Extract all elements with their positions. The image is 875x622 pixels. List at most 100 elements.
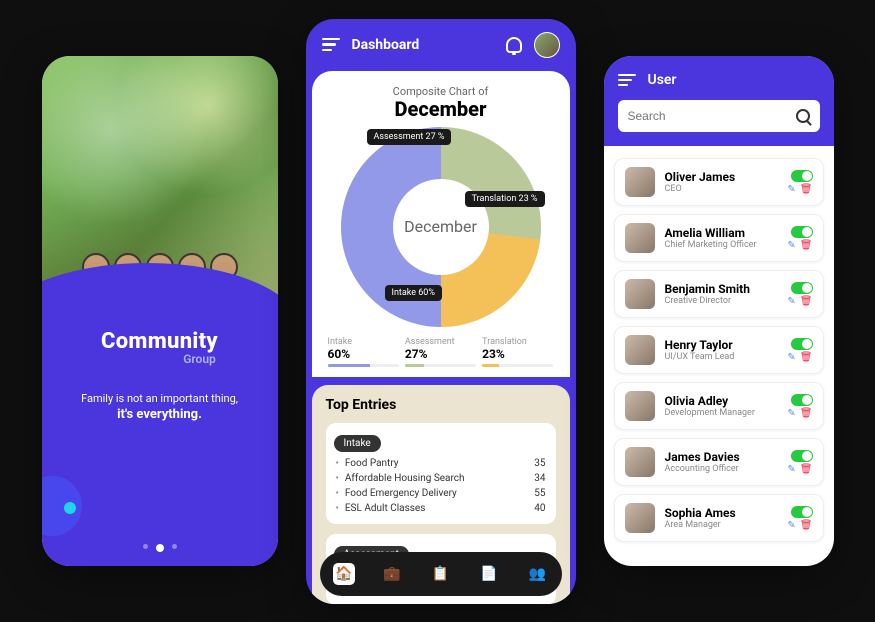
edit-icon[interactable]: ✎ — [787, 408, 795, 419]
entry-row[interactable]: •Affordable Housing Search34 — [336, 471, 546, 486]
user-card[interactable]: Henry Taylor UI/UX Team Lead ✎ 🗑 — [614, 326, 824, 374]
user-role: Accounting Officer — [665, 464, 778, 474]
legend-name: Intake — [328, 337, 399, 347]
menu-icon[interactable] — [618, 74, 636, 87]
delete-icon[interactable]: 🗑 — [800, 520, 813, 531]
page-dot[interactable] — [172, 544, 177, 549]
legend-item: Translation 23% — [482, 337, 553, 367]
user-active-toggle[interactable] — [791, 226, 813, 238]
tab-bar: 🏠 💼 📋 📄 👥 — [320, 552, 562, 596]
search-icon[interactable] — [796, 109, 810, 123]
entry-name: •Food Pantry — [336, 458, 399, 469]
user-list[interactable]: Oliver James CEO ✎ 🗑 Amelia William Chie… — [604, 146, 834, 566]
tab-clipboard-icon[interactable]: 📋 — [429, 563, 451, 585]
notifications-icon[interactable] — [506, 37, 522, 53]
page-dot[interactable] — [143, 544, 148, 549]
user-name: James Davies — [665, 450, 778, 464]
entry-row[interactable]: •Food Pantry 35 — [336, 456, 546, 471]
users-screen: User Oliver James CEO ✎ 🗑 Amelia William… — [604, 56, 834, 566]
delete-icon[interactable]: 🗑 — [800, 352, 813, 363]
user-card[interactable]: Oliver James CEO ✎ 🗑 — [614, 158, 824, 206]
user-active-toggle[interactable] — [791, 394, 813, 406]
user-role: Chief Marketing Officer — [665, 240, 778, 250]
avatar[interactable] — [534, 32, 560, 58]
edit-icon[interactable]: ✎ — [787, 240, 795, 251]
edit-icon[interactable]: ✎ — [787, 520, 795, 531]
user-card[interactable]: Olivia Adley Development Manager ✎ 🗑 — [614, 382, 824, 430]
entry-name: •ESL Adult Classes — [336, 503, 426, 514]
entry-value: 40 — [534, 503, 545, 514]
edit-icon[interactable]: ✎ — [787, 184, 795, 195]
entry-value: 55 — [534, 488, 545, 499]
edit-icon[interactable]: ✎ — [787, 352, 795, 363]
delete-icon[interactable]: 🗑 — [800, 464, 813, 475]
user-role: CEO — [665, 184, 778, 194]
users-header: User — [604, 56, 834, 146]
legend-value: 60% — [328, 347, 399, 361]
user-name: Benjamin Smith — [665, 282, 778, 296]
legend-name: Assessment — [405, 337, 476, 347]
tab-home-icon[interactable]: 🏠 — [333, 563, 355, 585]
user-role: UI/UX Team Lead — [665, 352, 778, 362]
page-dot-active[interactable] — [156, 544, 164, 552]
search-input[interactable] — [628, 109, 796, 123]
user-avatar — [625, 223, 655, 253]
chart-title: December — [328, 97, 554, 121]
tab-users-icon[interactable]: 👥 — [526, 563, 548, 585]
page-title: User — [648, 72, 677, 88]
entry-group: Intake •Food Pantry 35 •Affordable Housing … — [326, 423, 556, 524]
delete-icon[interactable]: 🗑 — [800, 296, 813, 307]
page-title: Dashboard — [352, 37, 420, 53]
entry-row[interactable]: •ESL Adult Classes 40 — [336, 501, 546, 516]
entry-row[interactable]: •Food Emergency Delivery 55 — [336, 486, 546, 501]
user-avatar — [625, 279, 655, 309]
user-name: Oliver James — [665, 170, 778, 184]
chart-legend: Intake 60% Assessment 27% Translation 23… — [328, 337, 554, 367]
entry-value: 35 — [534, 458, 545, 469]
edit-icon[interactable]: ✎ — [787, 296, 795, 307]
dashboard-header: Dashboard — [306, 19, 576, 71]
user-card[interactable]: Sophia Ames Area Manager ✎ 🗑 — [614, 494, 824, 542]
chart-label-intake: Intake 60% — [385, 285, 442, 301]
user-name: Olivia Adley — [665, 394, 778, 408]
delete-icon[interactable]: 🗑 — [800, 408, 813, 419]
user-avatar — [625, 391, 655, 421]
entries-title: Top Entries — [326, 397, 556, 413]
user-avatar — [625, 503, 655, 533]
chart-label-assessment: Assessment 27 % — [367, 129, 452, 145]
dashboard-screen: Dashboard Composite Chart of December De… — [306, 19, 576, 604]
tab-notes-icon[interactable]: 📄 — [478, 563, 500, 585]
user-active-toggle[interactable] — [791, 282, 813, 294]
page-indicator[interactable] — [42, 544, 278, 552]
donut-chart: December Assessment 27 % Translation 23 … — [341, 127, 541, 327]
user-avatar — [625, 447, 655, 477]
brand-logo-text: Community — [60, 329, 260, 354]
entry-group-label: Intake — [334, 435, 381, 452]
user-card[interactable]: James Davies Accounting Officer ✎ 🗑 — [614, 438, 824, 486]
user-name: Henry Taylor — [665, 338, 778, 352]
entry-name: •Affordable Housing Search — [336, 473, 465, 484]
user-name: Amelia William — [665, 226, 778, 240]
user-card[interactable]: Benjamin Smith Creative Director ✎ 🗑 — [614, 270, 824, 318]
user-active-toggle[interactable] — [791, 450, 813, 462]
tab-briefcase-icon[interactable]: 💼 — [381, 563, 403, 585]
user-avatar — [625, 335, 655, 365]
user-role: Development Manager — [665, 408, 778, 418]
chart-card: Composite Chart of December December Ass… — [312, 71, 570, 377]
user-card[interactable]: Amelia William Chief Marketing Officer ✎… — [614, 214, 824, 262]
brand-logo-subtext: Group — [140, 352, 260, 366]
user-role: Area Manager — [665, 520, 778, 530]
legend-item: Assessment 27% — [405, 337, 476, 367]
user-active-toggle[interactable] — [791, 170, 813, 182]
search-field[interactable] — [618, 100, 820, 132]
edit-icon[interactable]: ✎ — [787, 464, 795, 475]
delete-icon[interactable]: 🗑 — [800, 240, 813, 251]
user-active-toggle[interactable] — [791, 338, 813, 350]
entry-name: •Food Emergency Delivery — [336, 488, 457, 499]
tagline-line2: it's everything. — [60, 407, 260, 422]
onboarding-screen: Community Group Family is not an importa… — [42, 56, 278, 566]
delete-icon[interactable]: 🗑 — [800, 184, 813, 195]
user-active-toggle[interactable] — [791, 506, 813, 518]
menu-icon[interactable] — [322, 38, 340, 51]
legend-value: 23% — [482, 347, 553, 361]
